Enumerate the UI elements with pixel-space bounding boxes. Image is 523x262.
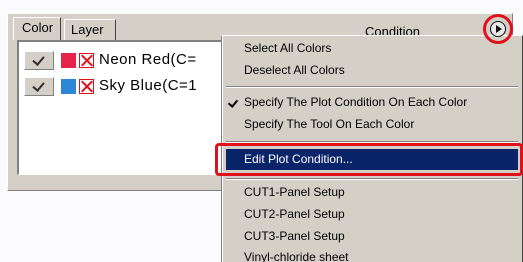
- menu-item-tool-each[interactable]: Specify The Tool On Each Color: [226, 114, 518, 135]
- tab-color[interactable]: Color: [13, 17, 61, 40]
- menu-item-cut3-panel-setup[interactable]: CUT3-Panel Setup: [226, 226, 518, 247]
- list-item[interactable]: Sky Blue(C=1: [21, 76, 241, 97]
- no-output-icon: [79, 53, 94, 68]
- menu-item-deselect-all[interactable]: Deselect All Colors: [226, 60, 518, 81]
- color-swatch: [61, 53, 76, 68]
- panel-menu-button[interactable]: [483, 14, 513, 44]
- output-checkbox[interactable]: [24, 77, 54, 96]
- play-circle-icon: [490, 21, 506, 37]
- list-item[interactable]: Neon Red(C=: [21, 50, 241, 71]
- color-name: Neon Red(C=: [99, 51, 197, 68]
- menu-item-cut1-panel-setup[interactable]: CUT1-Panel Setup: [226, 182, 518, 203]
- menu-item-plot-condition-each[interactable]: Specify The Plot Condition On Each Color: [226, 92, 518, 113]
- tab-layer-label: Layer: [71, 22, 104, 37]
- tab-layer[interactable]: Layer: [64, 19, 116, 40]
- highlight-frame: [215, 143, 523, 176]
- color-name: Sky Blue(C=1: [99, 77, 198, 94]
- no-output-icon: [79, 79, 94, 94]
- menu-item-select-all[interactable]: Select All Colors: [226, 38, 518, 59]
- tab-color-label: Color: [22, 20, 54, 35]
- menu-separator: [226, 178, 518, 180]
- menu-item-cut2-panel-setup[interactable]: CUT2-Panel Setup: [226, 204, 518, 225]
- color-layer-window: Color Layer Condition Neon Red(C= Sky Bl…: [0, 0, 523, 262]
- menu-item-vinyl-chloride-sheet[interactable]: Vinyl-chloride sheet: [226, 247, 518, 262]
- menu-separator: [226, 86, 518, 88]
- checkmark-icon: [227, 97, 239, 108]
- color-swatch: [61, 79, 76, 94]
- output-checkbox[interactable]: [24, 51, 54, 70]
